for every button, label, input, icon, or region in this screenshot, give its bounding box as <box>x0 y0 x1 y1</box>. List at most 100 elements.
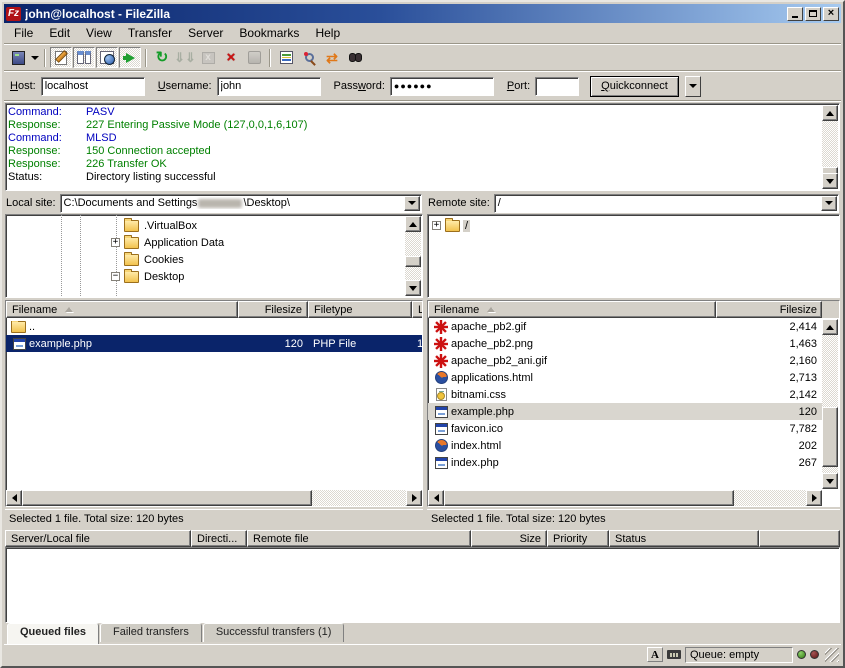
menu-bookmarks[interactable]: Bookmarks <box>231 24 307 42</box>
column-header-filename[interactable]: Filename <box>6 301 238 318</box>
disconnect-button[interactable]: × <box>220 47 242 68</box>
synchronized-browsing-button[interactable]: ⇄ <box>321 47 343 68</box>
port-input[interactable] <box>535 77 579 96</box>
resize-grip[interactable] <box>825 648 839 662</box>
tab-queued-files[interactable]: Queued files <box>7 623 99 644</box>
reconnect-button[interactable] <box>243 47 265 68</box>
scroll-left-button[interactable] <box>428 490 444 506</box>
file-row[interactable]: index.php 267 <box>428 454 822 471</box>
toggle-message-log-button[interactable] <box>50 47 72 68</box>
remote-site-combo[interactable]: / <box>494 194 839 213</box>
tab-successful-transfers[interactable]: Successful transfers (1) <box>203 623 345 642</box>
log-scrollbar[interactable] <box>822 105 838 189</box>
file-row[interactable]: index.html 202 <box>428 437 822 454</box>
remote-horizontal-scrollbar[interactable] <box>428 490 822 506</box>
file-row-selected[interactable]: example.php 120 PHP File 1 <box>6 335 422 352</box>
tree-item[interactable]: + Application Data <box>6 234 404 251</box>
column-header-filetype[interactable]: Filetype <box>308 301 412 318</box>
site-manager-dropdown[interactable] <box>30 47 40 68</box>
scroll-thumb[interactable] <box>444 490 734 506</box>
scroll-up-button[interactable] <box>405 216 421 232</box>
toggle-remote-tree-button[interactable] <box>96 47 118 68</box>
close-button[interactable]: × <box>823 7 839 21</box>
tree-item-label: / <box>463 220 470 232</box>
file-row-selected[interactable]: example.php 120 <box>428 403 822 420</box>
local-tree-scrollbar[interactable] <box>405 216 421 296</box>
quickconnect-button[interactable]: Quickconnect <box>590 76 679 97</box>
find-files-button[interactable] <box>344 47 366 68</box>
scroll-up-button[interactable] <box>822 319 838 335</box>
expand-plus-icon[interactable]: + <box>111 238 120 247</box>
local-status-text: Selected 1 file. Total size: 120 bytes <box>5 509 423 527</box>
column-header-filesize[interactable]: Filesize <box>238 301 308 318</box>
combo-dropdown-button[interactable] <box>821 196 837 211</box>
host-input[interactable] <box>41 77 145 96</box>
refresh-button[interactable]: ↻ <box>151 47 173 68</box>
combo-dropdown-button[interactable] <box>404 196 420 211</box>
column-header-remote-file[interactable]: Remote file <box>247 530 471 547</box>
column-header-size[interactable]: Size <box>471 530 547 547</box>
column-header-filesize[interactable]: Filesize <box>716 301 822 318</box>
file-row[interactable]: .. <box>6 318 422 335</box>
tree-item[interactable]: − Desktop <box>6 268 404 285</box>
scroll-thumb[interactable] <box>822 407 838 467</box>
remote-tree-icon <box>100 51 114 64</box>
filter-button[interactable] <box>275 47 297 68</box>
reconnect-icon <box>248 51 261 64</box>
maximize-button[interactable] <box>805 7 821 21</box>
username-input[interactable] <box>217 77 321 96</box>
file-row[interactable]: apache_pb2_ani.gif 2,160 <box>428 352 822 369</box>
toggle-queue-button[interactable] <box>119 47 141 68</box>
scroll-thumb[interactable] <box>405 256 421 267</box>
column-header-filename[interactable]: Filename <box>428 301 716 318</box>
scroll-down-button[interactable] <box>822 173 838 189</box>
tree-item[interactable]: Cookies <box>6 251 404 268</box>
file-row[interactable]: apache_pb2.gif 2,414 <box>428 318 822 335</box>
process-queue-button[interactable]: ⇓⇓ <box>174 47 196 68</box>
file-row[interactable]: apache_pb2.png 1,463 <box>428 335 822 352</box>
queue-list[interactable] <box>5 547 840 623</box>
toggle-local-tree-button[interactable] <box>73 47 95 68</box>
cancel-operation-button[interactable]: x <box>197 47 219 68</box>
filename: .. <box>29 321 35 333</box>
password-input[interactable] <box>390 77 494 96</box>
folder-icon <box>124 254 139 266</box>
file-row[interactable]: applications.html 2,713 <box>428 369 822 386</box>
quickconnect-dropdown[interactable] <box>685 76 701 97</box>
menu-file[interactable]: File <box>6 24 41 42</box>
directory-comparison-button[interactable] <box>298 47 320 68</box>
menu-edit[interactable]: Edit <box>41 24 78 42</box>
tab-failed-transfers[interactable]: Failed transfers <box>100 623 202 642</box>
scroll-down-button[interactable] <box>822 473 838 489</box>
scroll-right-button[interactable] <box>806 490 822 506</box>
menu-help[interactable]: Help <box>307 24 348 42</box>
scroll-down-button[interactable] <box>405 280 421 296</box>
column-header-direction[interactable]: Directi... <box>191 530 247 547</box>
scroll-right-button[interactable] <box>406 490 422 506</box>
queue-header: Server/Local file Directi... Remote file… <box>5 530 840 547</box>
column-header-priority[interactable]: Priority <box>547 530 609 547</box>
menu-transfer[interactable]: Transfer <box>120 24 180 42</box>
menu-server[interactable]: Server <box>180 24 231 42</box>
local-horizontal-scrollbar[interactable] <box>6 490 422 506</box>
expand-minus-icon[interactable]: − <box>111 272 120 281</box>
menu-view[interactable]: View <box>78 24 120 42</box>
filezilla-window: Fz john@localhost - FileZilla × File Edi… <box>0 0 845 668</box>
scroll-thumb[interactable] <box>22 490 312 506</box>
toolbar: ↻ ⇓⇓ x × ⇄ <box>4 45 841 70</box>
column-header-status[interactable]: Status <box>609 530 759 547</box>
column-header-lastmodified[interactable]: L <box>412 301 423 318</box>
local-site-combo[interactable]: C:\Documents and Settings\Desktop\ <box>60 194 422 213</box>
tree-item[interactable]: .VirtualBox <box>6 217 404 234</box>
column-header-server-local-file[interactable]: Server/Local file <box>5 530 191 547</box>
site-manager-button[interactable] <box>7 47 29 68</box>
scroll-left-button[interactable] <box>6 490 22 506</box>
sync-browsing-icon: ⇄ <box>326 51 338 65</box>
file-row[interactable]: bitnami.css 2,142 <box>428 386 822 403</box>
scroll-up-button[interactable] <box>822 105 838 121</box>
expand-plus-icon[interactable]: + <box>432 221 441 230</box>
minimize-button[interactable] <box>787 7 803 21</box>
remote-list-scrollbar[interactable] <box>822 319 838 489</box>
tree-item[interactable]: + / <box>428 217 821 234</box>
file-row[interactable]: favicon.ico 7,782 <box>428 420 822 437</box>
